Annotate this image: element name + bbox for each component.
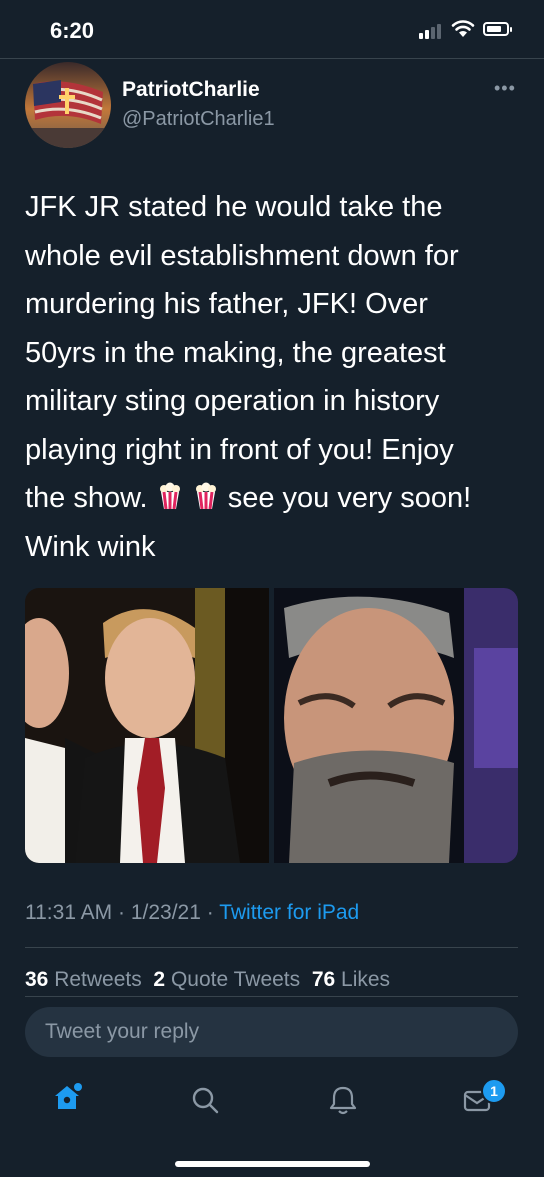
more-options-icon[interactable]: •••: [494, 78, 516, 99]
tweet-text-segment: the show.: [25, 482, 148, 514]
search-icon[interactable]: [190, 1085, 220, 1115]
tweet-text-line: whole evil establishment down for: [25, 239, 459, 272]
tweet-text-line: military sting operation in history: [25, 385, 440, 417]
header-divider: [0, 58, 544, 59]
signal-icon: [419, 23, 443, 39]
tweet-text-line: the show. see you very soon!: [25, 474, 525, 523]
tweet-timestamp: 11:31 AM · 1/23/21 ·: [25, 901, 220, 924]
messages-badge: 1: [481, 1078, 507, 1104]
home-icon[interactable]: [51, 1081, 83, 1113]
popcorn-icon: [195, 482, 216, 510]
tweet-text-line: JFK JR stated he would take the: [25, 191, 443, 223]
home-indicator[interactable]: [175, 1161, 370, 1167]
retweets-stat[interactable]: 36 Retweets: [25, 968, 142, 991]
status-time: 6:20: [50, 18, 95, 43]
popcorn-icon: [159, 482, 180, 510]
quote-tweets-stat[interactable]: 2 Quote Tweets: [153, 968, 300, 991]
avatar[interactable]: [25, 62, 111, 148]
divider: [25, 947, 518, 948]
tweet-text-segment: see you very soon!: [227, 482, 472, 514]
likes-stat[interactable]: 76 Likes: [312, 968, 390, 991]
author-display-name[interactable]: PatriotCharlie: [122, 78, 260, 102]
status-bar: 6:20: [0, 0, 544, 58]
tweet-text-line: Wink wink: [25, 530, 156, 563]
reply-input[interactable]: Tweet your reply: [25, 1007, 518, 1057]
tweet-text: JFK JR stated he would take the whole ev…: [25, 183, 525, 571]
media-photo-left[interactable]: [25, 588, 269, 863]
battery-icon: [483, 22, 512, 36]
author-handle[interactable]: @PatriotCharlie1: [122, 108, 275, 131]
notifications-icon[interactable]: [328, 1084, 358, 1116]
tweet-meta: 11:31 AM · 1/23/21 · Twitter for iPad: [25, 901, 359, 925]
tweet-text-line: 50yrs in the making, the greatest: [25, 336, 446, 369]
tweet-text-line: playing right in front of you! Enjoy: [25, 433, 454, 466]
tweet-stats: 36 Retweets 2 Quote Tweets 76 Likes: [25, 968, 390, 992]
reply-placeholder: Tweet your reply: [45, 1020, 200, 1043]
tweet-source-link[interactable]: Twitter for iPad: [219, 901, 359, 924]
tweet-media[interactable]: [25, 588, 518, 863]
media-photo-right[interactable]: [274, 588, 518, 863]
tweet-text-line: murdering his father, JFK! Over: [25, 288, 428, 320]
wifi-icon: [451, 20, 475, 37]
divider: [25, 996, 518, 997]
